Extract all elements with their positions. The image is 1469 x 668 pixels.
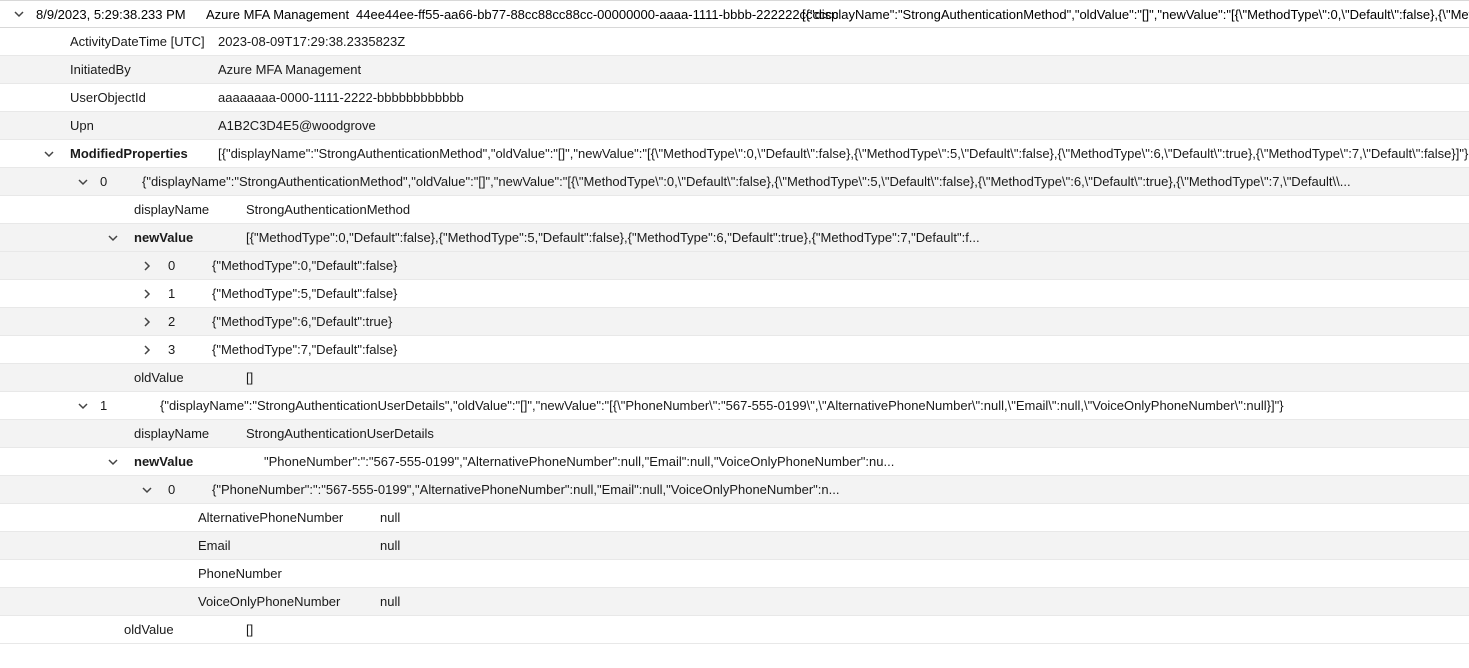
label-initiatedby: InitiatedBy bbox=[70, 62, 218, 77]
mp1-nv0-phone-row: PhoneNumber bbox=[0, 560, 1469, 588]
mp1-nv0-index: 0 bbox=[168, 482, 212, 497]
label-userobjectid: UserObjectId bbox=[70, 90, 218, 105]
value-userobjectid: aaaaaaaa-0000-1111-2222-bbbbbbbbbbbb bbox=[218, 90, 464, 105]
mp0-item-index: 0 bbox=[168, 258, 212, 273]
value-modifiedproperties: [{"displayName":"StrongAuthenticationMet… bbox=[218, 146, 1469, 161]
mp0-item-index: 1 bbox=[168, 286, 212, 301]
mp0-newvalue-row[interactable]: newValue [{"MethodType":0,"Default":fals… bbox=[0, 224, 1469, 252]
label-upn: Upn bbox=[70, 118, 218, 133]
chevron-right-icon[interactable] bbox=[140, 317, 154, 327]
header-correlation-id: 44ee44ee-ff55-aa66-bb77-88cc88cc88cc-000… bbox=[356, 7, 802, 22]
mp1-nv0-email-row: Email null bbox=[0, 532, 1469, 560]
mp1-email-label: Email bbox=[198, 538, 380, 553]
mp1-nv0-voice-row: VoiceOnlyPhoneNumber null bbox=[0, 588, 1469, 616]
chevron-down-icon[interactable] bbox=[76, 177, 90, 187]
mp0-displayname-row: displayName StrongAuthenticationMethod bbox=[0, 196, 1469, 224]
chevron-down-icon[interactable] bbox=[106, 233, 120, 243]
detail-row-initiatedby: InitiatedBy Azure MFA Management bbox=[0, 56, 1469, 84]
mp1-newvalue-label: newValue bbox=[134, 454, 264, 469]
mp1-oldvalue-value: [] bbox=[246, 622, 253, 637]
mp1-nv0-row[interactable]: 0 {"PhoneNumber":":"567-555-0199","Alter… bbox=[0, 476, 1469, 504]
value-initiatedby: Azure MFA Management bbox=[218, 62, 361, 77]
mp0-oldvalue-value: [] bbox=[246, 370, 253, 385]
chevron-down-icon[interactable] bbox=[76, 401, 90, 411]
mp0-item-value: {"MethodType":5,"Default":false} bbox=[212, 286, 397, 301]
label-modifiedproperties: ModifiedProperties bbox=[70, 146, 218, 161]
mp1-index: 1 bbox=[100, 398, 160, 413]
mp1-displayname-value: StrongAuthenticationUserDetails bbox=[246, 426, 434, 441]
mp0-item-index: 2 bbox=[168, 314, 212, 329]
mp1-nv0-altphone-row: AlternativePhoneNumber null bbox=[0, 504, 1469, 532]
mp0-displayname-value: StrongAuthenticationMethod bbox=[246, 202, 410, 217]
mp1-nv0-summary: {"PhoneNumber":":"567-555-0199","Alterna… bbox=[212, 482, 839, 497]
mp0-row[interactable]: 0 {"displayName":"StrongAuthenticationMe… bbox=[0, 168, 1469, 196]
header-service: Azure MFA Management bbox=[206, 7, 356, 22]
mp1-displayname-label: displayName bbox=[134, 426, 246, 441]
mp1-displayname-row: displayName StrongAuthenticationUserDeta… bbox=[0, 420, 1469, 448]
mp0-newvalue-item[interactable]: 1{"MethodType":5,"Default":false} bbox=[0, 280, 1469, 308]
mp1-summary: {"displayName":"StrongAuthenticationUser… bbox=[160, 398, 1469, 413]
mp0-newvalue-item[interactable]: 0{"MethodType":0,"Default":false} bbox=[0, 252, 1469, 280]
detail-row-userobjectid: UserObjectId aaaaaaaa-0000-1111-2222-bbb… bbox=[0, 84, 1469, 112]
mp1-newvalue-row[interactable]: newValue "PhoneNumber":":"567-555-0199",… bbox=[0, 448, 1469, 476]
modifiedproperties-row[interactable]: ModifiedProperties [{"displayName":"Stro… bbox=[0, 140, 1469, 168]
mp0-displayname-label: displayName bbox=[134, 202, 246, 217]
value-activitydatetime: 2023-08-09T17:29:38.2335823Z bbox=[218, 34, 405, 49]
mp1-newvalue-summary: "PhoneNumber":":"567-555-0199","Alternat… bbox=[264, 454, 894, 469]
mp0-item-value: {"MethodType":6,"Default":true} bbox=[212, 314, 392, 329]
mp0-item-index: 3 bbox=[168, 342, 212, 357]
label-activitydatetime: ActivityDateTime [UTC] bbox=[70, 34, 218, 49]
mp0-item-value: {"MethodType":0,"Default":false} bbox=[212, 258, 397, 273]
header-summary: [{"displayName":"StrongAuthenticationMet… bbox=[802, 7, 1469, 22]
mp0-newvalue-summary: [{"MethodType":0,"Default":false},{"Meth… bbox=[246, 230, 980, 245]
detail-row-activitydatetime: ActivityDateTime [UTC] 2023-08-09T17:29:… bbox=[0, 28, 1469, 56]
chevron-right-icon[interactable] bbox=[140, 289, 154, 299]
chevron-right-icon[interactable] bbox=[140, 261, 154, 271]
mp1-phone-label: PhoneNumber bbox=[198, 566, 380, 581]
detail-row-upn: Upn A1B2C3D4E5@woodgrove bbox=[0, 112, 1469, 140]
mp1-altphone-label: AlternativePhoneNumber bbox=[198, 510, 380, 525]
log-header-row[interactable]: 8/9/2023, 5:29:38.233 PM Azure MFA Manag… bbox=[0, 0, 1469, 28]
chevron-down-icon[interactable] bbox=[106, 457, 120, 467]
mp0-oldvalue-label: oldValue bbox=[134, 370, 246, 385]
mp1-email-value: null bbox=[380, 538, 400, 553]
chevron-down-icon[interactable] bbox=[12, 9, 26, 19]
mp1-oldvalue-label: oldValue bbox=[124, 622, 246, 637]
mp0-newvalue-item[interactable]: 2{"MethodType":6,"Default":true} bbox=[0, 308, 1469, 336]
mp0-index: 0 bbox=[100, 174, 142, 189]
mp0-oldvalue-row: oldValue [] bbox=[0, 364, 1469, 392]
mp1-oldvalue-row: oldValue [] bbox=[0, 616, 1469, 644]
mp1-voice-value: null bbox=[380, 594, 400, 609]
mp0-summary: {"displayName":"StrongAuthenticationMeth… bbox=[142, 174, 1469, 189]
mp1-voice-label: VoiceOnlyPhoneNumber bbox=[198, 594, 380, 609]
mp0-item-value: {"MethodType":7,"Default":false} bbox=[212, 342, 397, 357]
mp0-newvalue-item[interactable]: 3{"MethodType":7,"Default":false} bbox=[0, 336, 1469, 364]
chevron-down-icon[interactable] bbox=[140, 485, 154, 495]
mp0-newvalue-label: newValue bbox=[134, 230, 246, 245]
mp1-altphone-value: null bbox=[380, 510, 400, 525]
chevron-right-icon[interactable] bbox=[140, 345, 154, 355]
mp1-row[interactable]: 1 {"displayName":"StrongAuthenticationUs… bbox=[0, 392, 1469, 420]
value-upn: A1B2C3D4E5@woodgrove bbox=[218, 118, 376, 133]
chevron-down-icon[interactable] bbox=[42, 149, 56, 159]
header-date: 8/9/2023, 5:29:38.233 PM bbox=[36, 7, 206, 22]
